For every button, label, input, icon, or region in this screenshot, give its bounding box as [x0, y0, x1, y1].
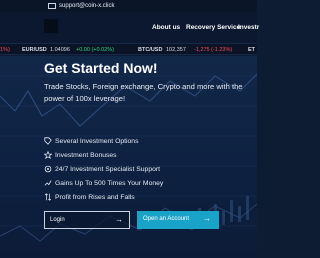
ticker-change: +0.00 (+0.02%) [76, 47, 114, 53]
ticker-change: -1,275 (-1.23%) [194, 47, 233, 53]
arrow-right-icon: → [203, 214, 211, 223]
support-email-text: support@coin-x.click [59, 3, 115, 9]
open-account-button-label: Open an Account [143, 216, 190, 222]
star-icon [44, 151, 52, 159]
price-ticker: 1%) EUR/USD 1.04096 +0.00 (+0.02%) BTC/U… [0, 43, 257, 55]
feature-text: Investment Bonuses [55, 151, 117, 159]
feature-text: Profit from Rises and Falls [55, 193, 135, 201]
open-account-button[interactable]: Open an Account → [137, 211, 219, 229]
support-email-link[interactable]: support@coin-x.click [48, 1, 148, 11]
hero-subtitle-line-1: Trade Stocks, Foreign exchange, Crypto a… [44, 82, 243, 91]
login-button-label: Login [50, 217, 65, 223]
feature-item: 24/7 Investment Specialist Support [44, 165, 160, 173]
feature-item: Gains Up To 500 Times Your Money [44, 179, 163, 187]
hero-headline: Get Started Now! [44, 60, 158, 76]
ticker-pair: BTC/USD [138, 47, 163, 53]
ticker-price: 102,357 [166, 47, 186, 53]
arrow-right-icon: → [115, 215, 123, 224]
feature-text: Several Investment Options [55, 137, 139, 145]
nav-item-about-us[interactable]: About us [152, 24, 180, 31]
tag-icon [44, 137, 52, 145]
hero-subtitle-line-2: power of 100x leverage! [44, 94, 126, 103]
top-contact-bar: support@coin-x.click [0, 0, 257, 12]
feature-text: 24/7 Investment Specialist Support [55, 165, 161, 173]
feature-item: Profit from Rises and Falls [44, 193, 135, 201]
feature-item: Investment Bonuses [44, 151, 117, 159]
site-logo[interactable] [44, 19, 58, 33]
ticker-change: 1%) [0, 47, 10, 53]
envelope-icon [48, 3, 56, 9]
headset-icon [44, 165, 52, 173]
ticker-pair: ET [248, 47, 256, 53]
nav-item-investments[interactable]: Investr [238, 24, 259, 31]
ticker-price: 1.04096 [50, 47, 70, 53]
chart-icon [44, 180, 52, 186]
feature-item: Several Investment Options [44, 137, 139, 145]
ticker-pair: EUR/USD [22, 47, 47, 53]
login-button[interactable]: Login → [44, 211, 130, 229]
arrows-updown-icon [44, 193, 52, 201]
nav-item-recovery-service[interactable]: Recovery Service [186, 24, 240, 31]
feature-text: Gains Up To 500 Times Your Money [55, 179, 164, 187]
